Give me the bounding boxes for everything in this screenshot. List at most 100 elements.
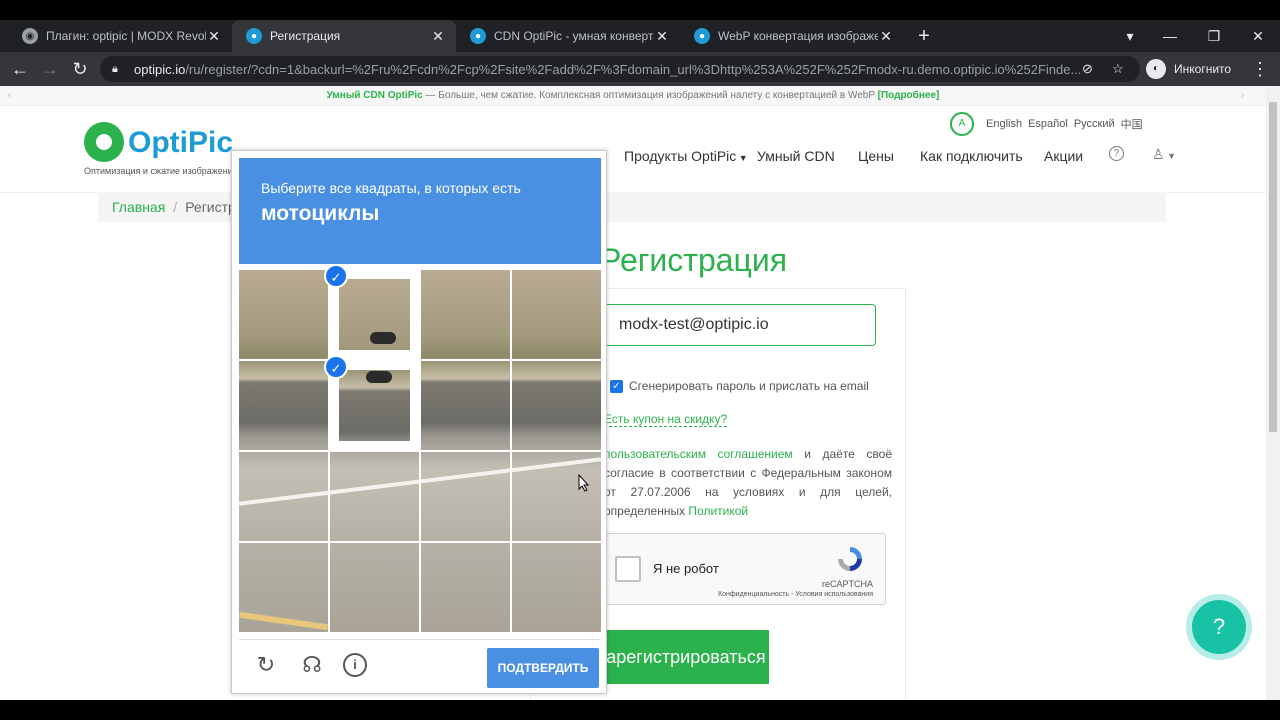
challenge-tile[interactable] [239, 452, 328, 541]
tile-photo [512, 270, 601, 359]
lang-russian[interactable]: Русский [1074, 118, 1115, 130]
web-page: ‹ Умный CDN OptiPic — Больше, чем сжатие… [0, 86, 1266, 700]
tab-optipic-plugin[interactable]: ◉ Плагин: optipic | MODX Revolution ✕ [8, 20, 232, 52]
browser-tab-strip: ◉ Плагин: optipic | MODX Revolution ✕ ● … [0, 20, 1280, 52]
new-tab-button[interactable]: + [912, 24, 936, 48]
challenge-tile[interactable] [330, 452, 419, 541]
nav-promotions[interactable]: Акции [1044, 148, 1083, 164]
nav-products[interactable]: Продукты OptiPic ▼ [624, 148, 748, 164]
policy-link[interactable]: Политикой [688, 504, 748, 518]
recaptcha-checkbox[interactable] [615, 556, 641, 582]
challenge-tile[interactable] [239, 543, 328, 632]
logo-mark-icon [84, 122, 124, 162]
verify-button[interactable]: ПОДТВЕРДИТЬ [487, 648, 599, 688]
nav-pricing[interactable]: Цены [858, 148, 894, 164]
headphones-icon[interactable]: ☊ [299, 652, 325, 678]
challenge-tile[interactable] [239, 270, 328, 359]
tile-photo [330, 452, 419, 541]
minimize-icon[interactable]: — [1148, 20, 1192, 52]
forward-icon[interactable]: → [38, 57, 62, 81]
page-title: Регистрация [600, 242, 788, 278]
promo-more-link[interactable]: [Подробнее] [878, 90, 940, 101]
optipic-favicon-icon: ● [246, 28, 262, 44]
help-circle-icon[interactable]: ? [1109, 146, 1124, 161]
close-window-icon[interactable]: ✕ [1236, 20, 1280, 52]
screen-top-bar [0, 0, 1280, 20]
back-icon[interactable]: ← [8, 57, 32, 81]
reload-challenge-icon[interactable]: ↻ [253, 652, 279, 678]
tab-title: CDN OptiPic - умная конвертация [494, 29, 654, 43]
challenge-tile[interactable] [421, 543, 510, 632]
page-scrollbar[interactable] [1266, 86, 1280, 700]
chat-help-button[interactable]: ? [1186, 594, 1252, 660]
recaptcha-logo-icon [838, 547, 862, 571]
chevron-left-icon[interactable]: ‹ [8, 86, 11, 106]
tab-registration[interactable]: ● Регистрация ✕ [232, 20, 456, 52]
register-button[interactable]: Зарегистрироваться [592, 630, 769, 684]
restore-icon[interactable]: ❐ [1192, 20, 1236, 52]
incognito-indicator[interactable]: ◐ Инкогнито [1146, 57, 1231, 81]
close-tab-icon[interactable]: ✕ [430, 28, 446, 45]
chevron-right-icon[interactable]: › [1241, 86, 1244, 106]
terms-text: пользовательским соглашением и даёте сво… [604, 445, 892, 521]
recaptcha-brand: reCAPTCHA [821, 579, 873, 589]
challenge-header: Выберите все квадраты, в которых есть мо… [239, 158, 601, 264]
tab-search-icon[interactable]: ▾ [1108, 20, 1152, 52]
challenge-tile[interactable] [421, 361, 510, 450]
challenge-tile[interactable] [421, 270, 510, 359]
scrollbar-thumb[interactable] [1269, 102, 1277, 432]
user-icon: ♙ [1152, 146, 1165, 162]
nav-smart-cdn[interactable]: Умный CDN [757, 148, 835, 164]
close-tab-icon[interactable]: ✕ [206, 28, 222, 45]
caret-down-icon: ▼ [736, 153, 748, 163]
tile-photo [421, 270, 510, 359]
tile-selected-check-icon: ✓ [324, 355, 348, 379]
menu-kebab-icon[interactable]: ⋮ [1248, 57, 1272, 81]
terms-link[interactable]: пользовательским соглашением [604, 447, 793, 461]
challenge-tile[interactable] [512, 543, 601, 632]
tab-title: Плагин: optipic | MODX Revolution [46, 29, 206, 43]
promo-brand[interactable]: Умный CDN OptiPic [327, 90, 423, 101]
email-field[interactable]: modx-test@optipic.io [604, 304, 876, 346]
tile-photo [239, 361, 328, 450]
checkbox-checked-icon[interactable]: ✓ [610, 379, 623, 393]
language-switcher: A English Español Русский 中国 [950, 112, 1149, 136]
challenge-tile[interactable] [239, 361, 328, 450]
reload-icon[interactable]: ↻ [68, 57, 92, 81]
generate-password-option[interactable]: ✓ Сгенерировать пароль и прислать на ema… [610, 379, 869, 393]
tile-photo [421, 361, 510, 450]
challenge-tile[interactable] [512, 452, 601, 541]
mouse-cursor-icon [578, 474, 590, 492]
generate-password-label: Сгенерировать пароль и прислать на email [629, 379, 869, 393]
incognito-label: Инкогнито [1174, 62, 1232, 76]
address-bar[interactable]: 🔒︎ optipic.io /ru/register/?cdn=1&backur… [100, 56, 1140, 82]
eye-off-icon[interactable]: ⊘ [1082, 61, 1093, 77]
breadcrumb-home[interactable]: Главная [112, 199, 165, 215]
tab-title: WebP конвертация изображений [718, 29, 878, 43]
tab-title: Регистрация [270, 29, 341, 43]
challenge-tile[interactable] [421, 452, 510, 541]
recaptcha-terms[interactable]: Конфиденциальность - Условия использован… [718, 591, 873, 598]
tab-webp-conversion[interactable]: ● WebP конвертация изображений ✕ [680, 20, 904, 52]
user-menu-icon[interactable]: ♙ ▼ [1152, 146, 1176, 163]
breadcrumb-separator: / [173, 199, 178, 215]
challenge-tile[interactable] [512, 361, 601, 450]
lang-spanish[interactable]: Español [1028, 118, 1068, 130]
lang-chinese[interactable]: 中国 [1121, 116, 1143, 132]
close-tab-icon[interactable]: ✕ [878, 28, 894, 45]
tile-photo [512, 361, 601, 450]
nav-how-to-connect[interactable]: Как подключить [920, 148, 1023, 164]
challenge-tile[interactable] [512, 270, 601, 359]
url-path: /ru/register/?cdn=1&backurl=%2Fru%2Fcdn%… [185, 61, 1082, 77]
lang-english[interactable]: English [986, 118, 1022, 130]
challenge-target: мотоциклы [261, 202, 380, 225]
bookmark-star-icon[interactable]: ☆ [1112, 61, 1124, 77]
tab-cdn-optipic[interactable]: ● CDN OptiPic - умная конвертация ✕ [456, 20, 680, 52]
screen-bottom-bar [0, 700, 1280, 720]
coupon-link[interactable]: Есть купон на скидку? [604, 412, 728, 427]
challenge-tile[interactable] [330, 543, 419, 632]
recaptcha-widget: Я не робот reCAPTCHA Конфиденциальность … [604, 533, 886, 605]
info-icon[interactable]: i [343, 653, 367, 677]
tile-photo [330, 543, 419, 632]
close-tab-icon[interactable]: ✕ [654, 28, 670, 45]
